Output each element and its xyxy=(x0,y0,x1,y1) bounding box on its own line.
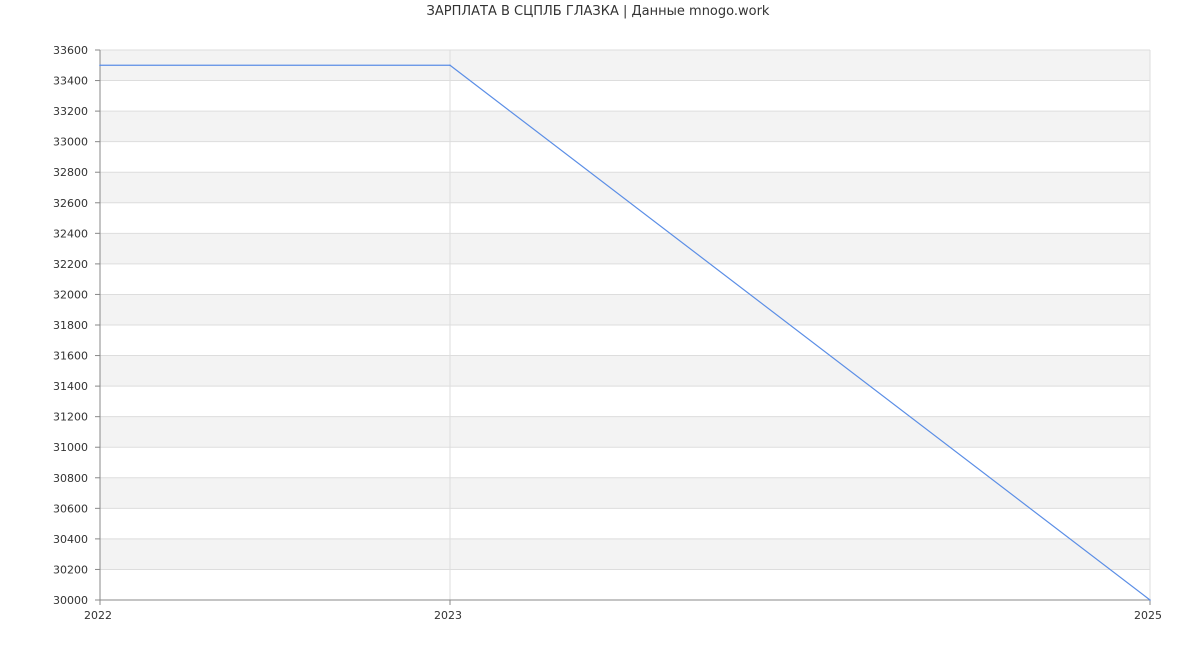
plot-band xyxy=(100,538,1150,570)
plot-band xyxy=(100,386,1150,417)
y-tick-label: 32000 xyxy=(53,288,88,301)
plot-band xyxy=(100,141,1150,173)
y-tick-label: 31200 xyxy=(53,411,88,424)
y-tick-label: 33600 xyxy=(53,44,88,57)
line-chart: 30000 30200 30400 30600 30800 31000 31200 31400… xyxy=(53,44,1162,622)
plot-band xyxy=(100,263,1150,295)
chart-root: ЗАРПЛАТА В СЦПЛБ ГЛАЗКА | Данные mnogo.w… xyxy=(0,0,1200,650)
y-tick-label: 31600 xyxy=(53,350,88,363)
plot-band xyxy=(100,508,1150,539)
y-tick-label: 30000 xyxy=(53,594,88,607)
plot-band xyxy=(100,294,1150,325)
plot-band xyxy=(100,355,1150,387)
plot-band xyxy=(100,233,1150,264)
data-point xyxy=(99,64,101,67)
y-tick-label: 31400 xyxy=(53,380,88,393)
y-tick-label: 33200 xyxy=(53,105,88,118)
y-tick-label: 31800 xyxy=(53,319,88,332)
plot-band xyxy=(100,111,1150,142)
plot-band xyxy=(100,80,1150,112)
x-tick-label: 2025 xyxy=(1134,609,1162,622)
plot-band xyxy=(100,447,1150,478)
y-tick-label: 32200 xyxy=(53,258,88,271)
y-tick-label: 30800 xyxy=(53,472,88,485)
plot-band xyxy=(100,477,1150,509)
data-point xyxy=(449,64,451,67)
y-tick-label: 31000 xyxy=(53,441,88,454)
y-tick-label: 30600 xyxy=(53,502,88,515)
y-tick-label: 33400 xyxy=(53,75,88,88)
y-tick-label: 30400 xyxy=(53,533,88,546)
x-tick-label: 2022 xyxy=(84,609,112,622)
data-point xyxy=(1149,599,1151,601)
y-tick-label: 32400 xyxy=(53,227,88,240)
plot-band xyxy=(100,172,1150,203)
y-tick-label: 33000 xyxy=(53,136,88,149)
y-tick-label: 32600 xyxy=(53,197,88,210)
plot-band xyxy=(100,202,1150,234)
plot-band xyxy=(100,569,1150,600)
plot-band xyxy=(100,325,1150,356)
y-tick-label: 32800 xyxy=(53,166,88,179)
x-tick-label: 2023 xyxy=(434,609,462,622)
y-tick-label: 30200 xyxy=(53,563,88,576)
plot-band xyxy=(100,416,1150,448)
